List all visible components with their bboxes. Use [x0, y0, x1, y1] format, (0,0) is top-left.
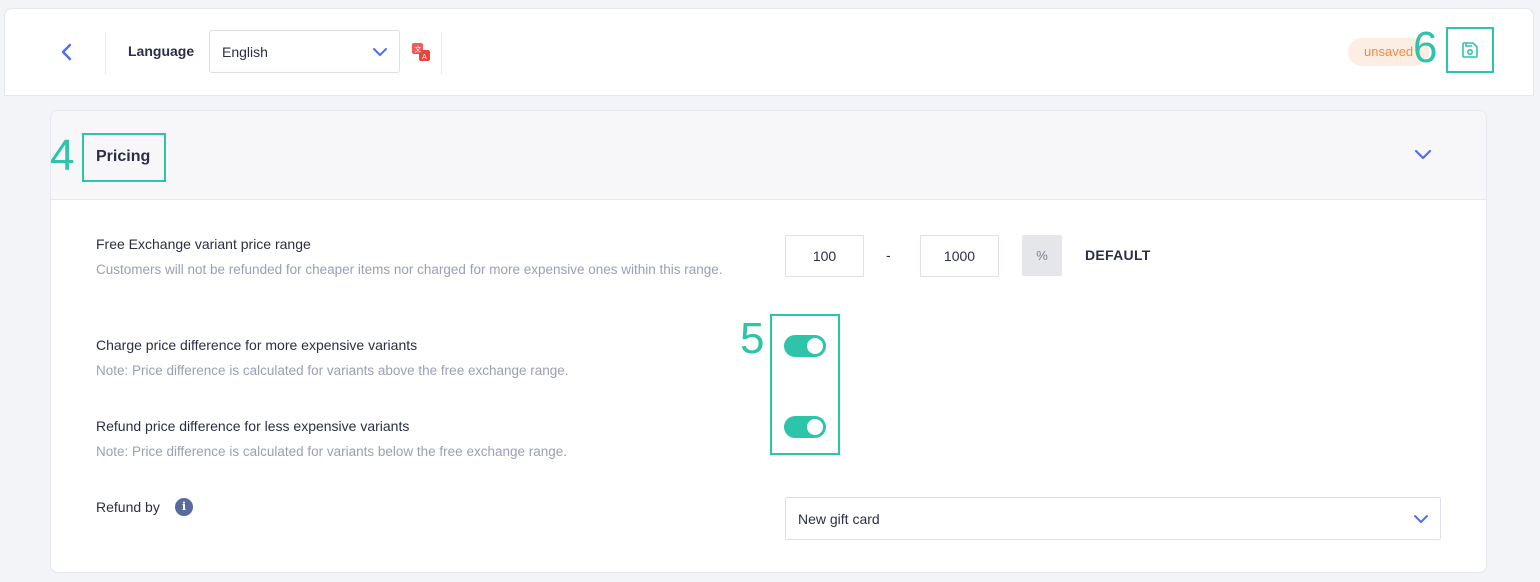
save-icon	[1461, 41, 1479, 64]
annotation-number: 4	[50, 131, 75, 180]
chevron-down-icon	[1413, 512, 1429, 531]
price-range-label: Free Exchange variant price range	[96, 236, 311, 252]
translate-icon[interactable]: 文 A	[411, 42, 431, 62]
svg-text:A: A	[422, 53, 427, 61]
language-select-value: English	[222, 44, 268, 60]
chevron-down-icon	[372, 45, 388, 64]
refund-difference-label: Refund price difference for less expensi…	[96, 418, 410, 434]
language-select[interactable]: English	[209, 30, 400, 73]
divider	[441, 32, 442, 74]
svg-text:文: 文	[415, 45, 422, 54]
refund-by-label: Refund by	[96, 499, 160, 515]
refund-difference-toggle[interactable]	[784, 416, 826, 438]
toggle-knob	[807, 419, 823, 435]
annotation-number: 5	[740, 314, 765, 363]
toggle-knob	[807, 338, 823, 354]
section-title: Pricing	[96, 148, 151, 165]
refund-by-select[interactable]: New gift card	[785, 497, 1441, 540]
range-separator: -	[886, 247, 891, 263]
price-range-note: Customers will not be refunded for cheap…	[96, 262, 723, 277]
chevron-down-icon[interactable]	[1413, 147, 1433, 168]
price-range-min-input[interactable]: 100	[785, 235, 864, 277]
percent-unit-button[interactable]: %	[1022, 235, 1062, 276]
pricing-panel-header[interactable]	[51, 111, 1486, 200]
refund-by-value: New gift card	[798, 511, 880, 527]
annotation-number: 6	[1413, 23, 1438, 72]
charge-difference-note: Note: Price difference is calculated for…	[96, 363, 569, 378]
charge-difference-label: Charge price difference for more expensi…	[96, 337, 418, 353]
language-label: Language	[128, 43, 195, 59]
back-arrow-icon[interactable]	[56, 38, 78, 66]
divider	[105, 32, 106, 74]
default-label[interactable]: DEFAULT	[1085, 247, 1151, 263]
save-button[interactable]	[1446, 27, 1494, 73]
price-range-max-input[interactable]: 1000	[920, 235, 999, 277]
charge-difference-toggle[interactable]	[784, 335, 826, 357]
refund-difference-note: Note: Price difference is calculated for…	[96, 444, 568, 459]
info-icon[interactable]: i	[175, 498, 193, 516]
